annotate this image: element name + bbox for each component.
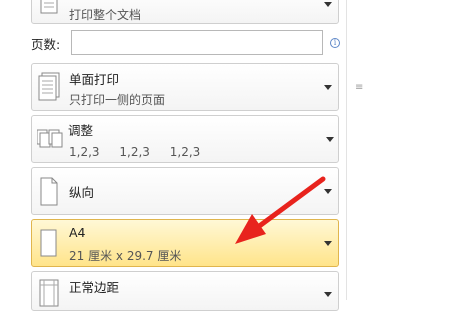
print-range-dropdown[interactable]: 打印整个文档: [31, 0, 339, 24]
margins-icon: [39, 279, 59, 307]
chevron-down-icon: [324, 189, 332, 194]
margins-dropdown[interactable]: 正常边距: [31, 271, 339, 311]
sides-subtitle: 只打印一侧的页面: [69, 93, 166, 107]
document-pages-icon: [40, 0, 58, 14]
chevron-down-icon: [326, 137, 334, 142]
chevron-down-icon: [324, 292, 332, 297]
collate-sequence-item: 1,2,3: [169, 145, 201, 159]
collate-sequence-item: 1,2,3: [69, 145, 100, 159]
paper-size-icon: [40, 229, 57, 257]
paper-size-dropdown[interactable]: A4 21 厘米 x 29.7 厘米: [31, 219, 339, 267]
print-range-subtitle: 打印整个文档: [69, 8, 142, 22]
collate-sequence-item: 1,2,3: [119, 145, 150, 159]
chevron-down-icon: [324, 2, 332, 7]
panel-splitter[interactable]: ≡: [346, 0, 369, 300]
splitter-grip-icon[interactable]: ≡: [355, 83, 363, 93]
collated-pages-icon: [37, 129, 63, 148]
sides-dropdown[interactable]: 单面打印 只打印一侧的页面: [31, 63, 339, 111]
orientation-title: 纵向: [69, 185, 95, 200]
paper-size-subtitle: 21 厘米 x 29.7 厘米: [69, 249, 182, 263]
chevron-down-icon: [324, 85, 332, 90]
pages-input[interactable]: [71, 30, 323, 55]
sides-title: 单面打印: [69, 72, 120, 87]
single-sided-print-icon: [38, 72, 60, 101]
chevron-down-icon: [324, 241, 332, 246]
orientation-dropdown[interactable]: 纵向: [31, 167, 339, 215]
collate-title: 调整: [68, 123, 94, 138]
margins-title: 正常边距: [69, 280, 120, 295]
info-icon[interactable]: i: [330, 38, 340, 48]
paper-size-title: A4: [69, 225, 86, 240]
print-settings-panel: 打印整个文档 页数: i 单面打印 只打印一侧的页面 调整 1,2,3 1,2,…: [0, 0, 346, 311]
portrait-page-icon: [40, 177, 58, 206]
pages-label: 页数:: [31, 37, 61, 52]
collate-sequence: 1,2,3 1,2,3 1,2,3: [69, 145, 216, 159]
